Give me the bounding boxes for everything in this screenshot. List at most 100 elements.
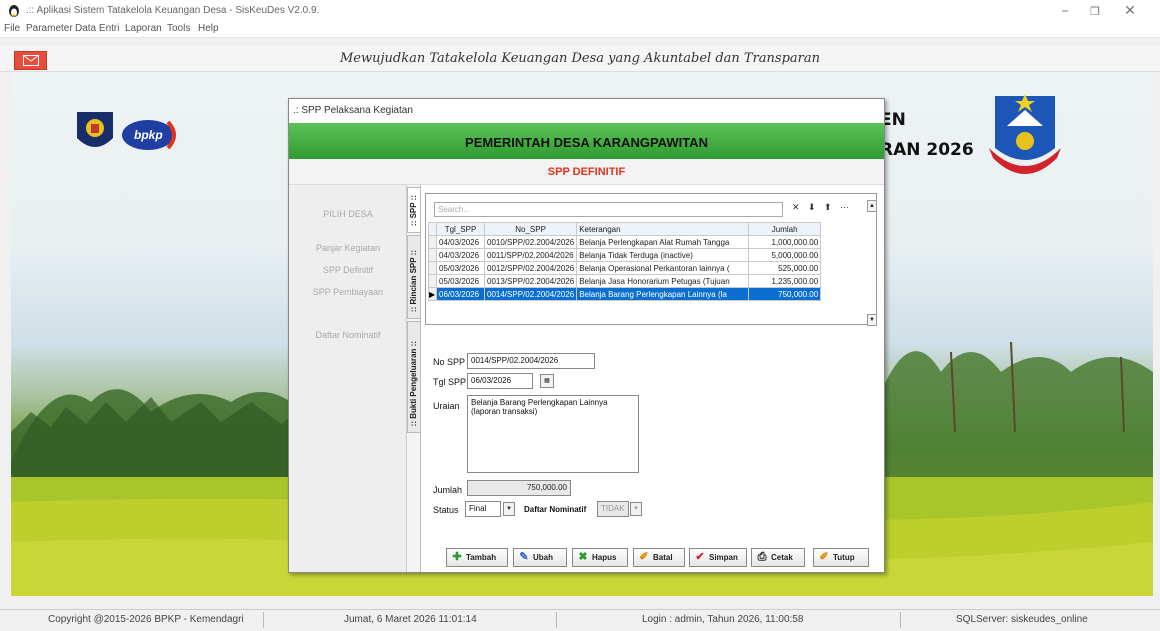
more-icon[interactable]: ⋯ [840,202,849,213]
cell-jumlah: 1,235,000.00 [748,274,822,288]
close-icon[interactable]: ✕ [1115,3,1145,19]
no-spp-label: No SPP [433,357,466,367]
row-indicator [428,261,437,275]
spp-dialog: .: SPP Pelaksana Kegiatan PEMERINTAH DES… [288,98,885,573]
cell-no: 0011/SPP/02.2004/2026 [483,248,578,262]
ubah-button[interactable]: ✎ Ubah [513,548,567,567]
header-right-line2: RAN 2026 [880,140,974,160]
col-tgl-spp[interactable]: Tgl_SPP [436,222,485,236]
cell-keterangan: Belanja Operasional Perkantoran lainnya … [576,261,750,275]
cell-tgl: 06/03/2026 [436,287,485,301]
cell-no: 0010/SPP/02.2004/2026 [483,235,578,249]
status-label: Status [433,505,459,515]
col-jumlah[interactable]: Jumlah [748,222,822,236]
menu-bar: File Parameter Data Entri Laporan Tools … [0,22,1160,38]
scroll-up-button[interactable]: ▲ [867,200,877,212]
bpkp-logo-icon: bpkp [120,118,180,152]
delete-icon: ✖ [578,551,588,563]
printer-icon: ⎙ [757,551,767,563]
table-row[interactable]: 04/03/2026 0011/SPP/02.2004/2026 Belanja… [428,248,822,262]
status-login: Login : admin, Tahun 2026, 11:00:58 [642,614,804,625]
bpkp-logo-text: bpkp [134,128,163,142]
menu-parameter[interactable]: Parameter [26,23,73,34]
no-spp-field[interactable]: 0014/SPP/02.2004/2026 [467,353,595,369]
tab-spp-label: :: SPP :: [409,195,418,226]
spp-table: Tgl_SPP No_SPP Keterangan Jumlah 04/03/2… [428,222,822,301]
nav-panjar-kegiatan[interactable]: Panjar Kegiatan [289,243,407,253]
table-row-selected[interactable]: ▶ 06/03/2026 0014/SPP/02.2004/2026 Belan… [428,287,822,301]
status-select[interactable]: Final [465,501,501,517]
dialog-title: .: SPP Pelaksana Kegiatan [293,105,413,116]
table-row[interactable]: 05/03/2026 0012/SPP/02.2004/2026 Belanja… [428,261,822,275]
cell-jumlah: 1,000,000.00 [748,235,822,249]
cetak-label: Cetak [771,553,793,562]
clear-search-icon[interactable]: ✕ [792,202,800,213]
cell-tgl: 04/03/2026 [436,235,485,249]
col-no-spp[interactable]: No_SPP [483,222,578,236]
banner: Mewujudkan Tatakelola Keuangan Desa yang… [0,46,1160,72]
status-bar: Copyright @2015-2026 BPKP - Kemendagri J… [0,609,1160,631]
row-indicator [428,248,437,262]
tutup-button[interactable]: ✐ Tutup [813,548,869,567]
kabupaten-logo-icon [989,94,1061,174]
tab-spp[interactable]: :: SPP :: [407,187,421,233]
hapus-button[interactable]: ✖ Hapus [572,548,628,567]
dialog-nav-panel: PILIH DESA Panjar Kegiatan SPP Definitif… [289,185,407,572]
tab-rincian-spp-label: :: Rincian SPP :: [409,249,418,312]
tgl-spp-label: Tgl SPP [433,377,467,387]
scroll-down-button[interactable]: ▼ [867,314,877,326]
uraian-label: Uraian [433,401,460,411]
close-dialog-icon: ✐ [819,551,829,563]
header-right-line1: EN [880,110,906,130]
menu-tools[interactable]: Tools [167,23,190,34]
tab-bukti-pengeluaran-label: :: Bukti Pengeluaran :: [409,340,418,426]
cell-tgl: 05/03/2026 [436,274,485,288]
menu-help[interactable]: Help [198,23,219,34]
col-keterangan[interactable]: Keterangan [576,222,750,236]
status-separator [900,612,901,628]
table-row[interactable]: 04/03/2026 0010/SPP/02.2004/2026 Belanja… [428,235,822,249]
tgl-spp-field[interactable]: 06/03/2026 [467,373,533,389]
arrow-up-icon[interactable]: ⬆ [824,202,832,213]
calendar-icon[interactable]: ▦ [540,374,554,388]
menu-data-entri[interactable]: Data Entri [75,23,119,34]
app-icon [9,5,19,17]
tab-bukti-pengeluaran[interactable]: :: Bukti Pengeluaran :: [407,321,421,433]
cetak-button[interactable]: ⎙ Cetak [751,548,805,567]
cell-no: 0014/SPP/02.2004/2026 [483,287,578,301]
tutup-label: Tutup [833,553,855,562]
nav-spp-pembiayaan[interactable]: SPP Pembiayaan [289,287,407,297]
minimize-icon[interactable]: – [1050,3,1080,19]
uraian-textarea[interactable]: Belanja Barang Perlengkapan Lainnya (lap… [467,395,639,473]
table-row[interactable]: 05/03/2026 0013/SPP/02.2004/2026 Belanja… [428,274,822,288]
cell-no: 0013/SPP/02.2004/2026 [483,274,578,288]
menu-file[interactable]: File [4,23,20,34]
simpan-button[interactable]: ✔ Simpan [689,548,747,567]
chevron-down-icon[interactable]: ▼ [503,502,515,516]
tambah-button[interactable]: ✚ Tambah [446,548,508,567]
nav-daftar-nominatif[interactable]: Daftar Nominatif [289,330,407,340]
nav-spp-definitif[interactable]: SPP Definitif [289,265,407,275]
chevron-down-icon: ▼ [630,502,642,516]
tab-rincian-spp[interactable]: :: Rincian SPP :: [407,235,421,319]
status-copyright: Copyright @2015-2026 BPKP - Kemendagri [48,614,244,625]
cell-keterangan: Belanja Jasa Honorarium Petugas (Tujuan [576,274,750,288]
cell-tgl: 05/03/2026 [436,261,485,275]
status-separator [556,612,557,628]
cell-keterangan: Belanja Barang Perlengkapan Lainnya (la [576,287,750,301]
vertical-tab-strip: :: SPP :: :: Rincian SPP :: :: Bukti Pen… [407,185,421,572]
cell-no: 0012/SPP/02.2004/2026 [483,261,578,275]
dialog-org-header: PEMERINTAH DESA KARANGPAWITAN [289,123,884,159]
daftar-nominatif-select: TIDAK [597,501,629,517]
row-indicator [428,235,437,249]
batal-label: Batal [653,553,673,562]
maximize-icon[interactable]: ❐ [1080,5,1110,18]
nav-pilih-desa[interactable]: PILIH DESA [289,209,407,219]
menu-laporan[interactable]: Laporan [125,23,162,34]
row-indicator [428,274,437,288]
edit-icon: ✎ [519,551,529,563]
search-input[interactable]: Search... [434,202,783,217]
batal-button[interactable]: ✐ Batal [633,548,685,567]
jumlah-field: 750,000.00 [467,480,571,496]
arrow-down-icon[interactable]: ⬇ [808,202,816,213]
